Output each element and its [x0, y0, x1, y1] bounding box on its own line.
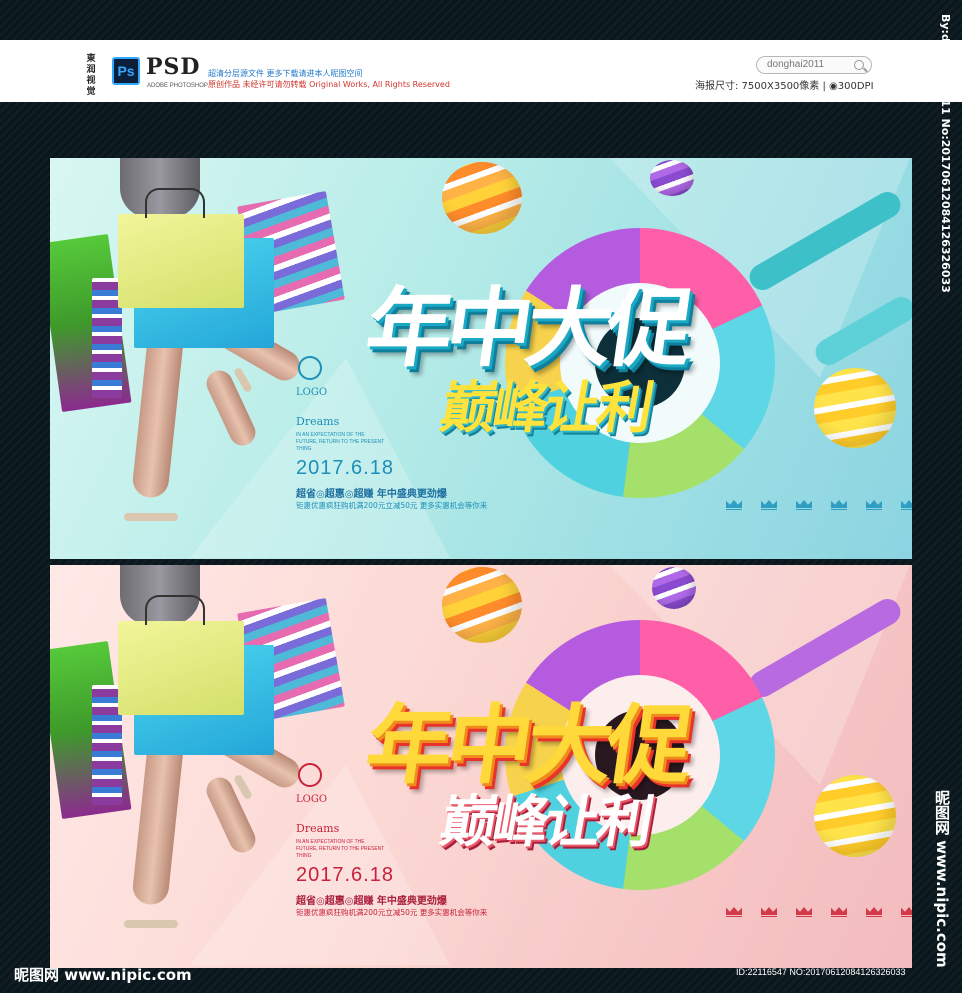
crown-icon [726, 905, 742, 917]
seal-char: 润 [86, 65, 96, 75]
seal-logo: 東 润 视 觉 [76, 54, 106, 97]
decor-ball [442, 162, 522, 234]
crown-row [726, 905, 912, 917]
dreams-english: IN AN EXPECTATION OF THE FUTURE, RETURN … [296, 839, 385, 859]
crown-icon [866, 498, 882, 510]
decor-ball [650, 160, 694, 196]
event-tags: 超省◎超惠◎超赚 年中盛典更劲爆 [296, 489, 447, 500]
logo-emblem [298, 356, 322, 380]
decor-ball [442, 567, 522, 643]
side-credit: By:donghai2011 No:20170612084126326033 [939, 14, 952, 293]
promo-line: 钜惠优惠疯狂购机满200元立减50元 更多实惠机会等你来 [296, 908, 488, 917]
shopping-bag [118, 214, 244, 308]
decor-ball [814, 368, 896, 448]
footer-id: ID:22116547 NO:20170612084126326033 [736, 967, 906, 977]
bag-handle [145, 188, 205, 218]
crown-icon [831, 905, 847, 917]
decor-ball [814, 775, 896, 857]
author-search-box[interactable]: donghai2011 [756, 56, 872, 74]
event-date: 2017.6.18 [296, 864, 394, 886]
decor-ball [652, 567, 696, 609]
crown-icon [761, 905, 777, 917]
shopper-shoe [124, 920, 178, 928]
promo-line: 钜惠优惠疯狂购机满200元立减50元 更多实惠机会等你来 [296, 501, 488, 510]
poster-spec: 海报尺寸: 7500X3500像素 | ◉300DPI [695, 81, 874, 92]
sub-title: 巅峰让利 [435, 376, 655, 441]
adobe-label: ADOBE PHOTOSHOP [147, 83, 208, 89]
crown-icon [866, 905, 882, 917]
dreams-label: Dreams [296, 822, 340, 835]
seal-char: 觉 [86, 87, 96, 97]
logo-label: LOGO [296, 387, 328, 398]
header-note-line2: 原创作品 未经许可请勿转载 Original Works, All Rights… [208, 80, 450, 89]
search-icon[interactable] [854, 60, 864, 70]
banner-blue: 年中大促 巅峰让利 LOGO Dreams IN AN EXPECTATION … [50, 158, 912, 559]
crown-row [726, 498, 912, 510]
header-note-line1: 超清分层源文件 更多下载请进本人昵图空间 [208, 69, 363, 78]
crown-icon [761, 498, 777, 510]
event-date: 2017.6.18 [296, 457, 394, 479]
footer-site-watermark: 昵图网 www.nipic.com [14, 966, 192, 984]
shopper-shoe [124, 513, 178, 521]
sub-title: 巅峰让利 [435, 790, 655, 855]
crown-icon [901, 498, 912, 510]
logo-emblem [298, 763, 322, 787]
psd-label: PSD [146, 54, 201, 80]
crown-icon [901, 905, 912, 917]
crown-icon [831, 498, 847, 510]
photoshop-icon: Ps [112, 57, 140, 85]
logo-label: LOGO [296, 794, 328, 805]
dreams-label: Dreams [296, 415, 340, 428]
bag-handle [145, 595, 205, 625]
dreams-english: IN AN EXPECTATION OF THE FUTURE, RETURN … [296, 432, 385, 452]
event-tags: 超省◎超惠◎超赚 年中盛典更劲爆 [296, 896, 447, 907]
shopper-leg [202, 366, 260, 450]
shopping-bag [118, 621, 244, 715]
seal-char: 東 [86, 54, 96, 64]
crown-icon [726, 498, 742, 510]
banner-pink: 年中大促 巅峰让利 LOGO Dreams IN AN EXPECTATION … [50, 565, 912, 968]
shopper-leg [202, 773, 260, 857]
crown-icon [796, 905, 812, 917]
crown-icon [796, 498, 812, 510]
side-site-watermark: 昵图网 www.nipic.com [933, 790, 951, 968]
author-name: donghai2011 [767, 59, 825, 70]
seal-char: 视 [86, 76, 96, 86]
